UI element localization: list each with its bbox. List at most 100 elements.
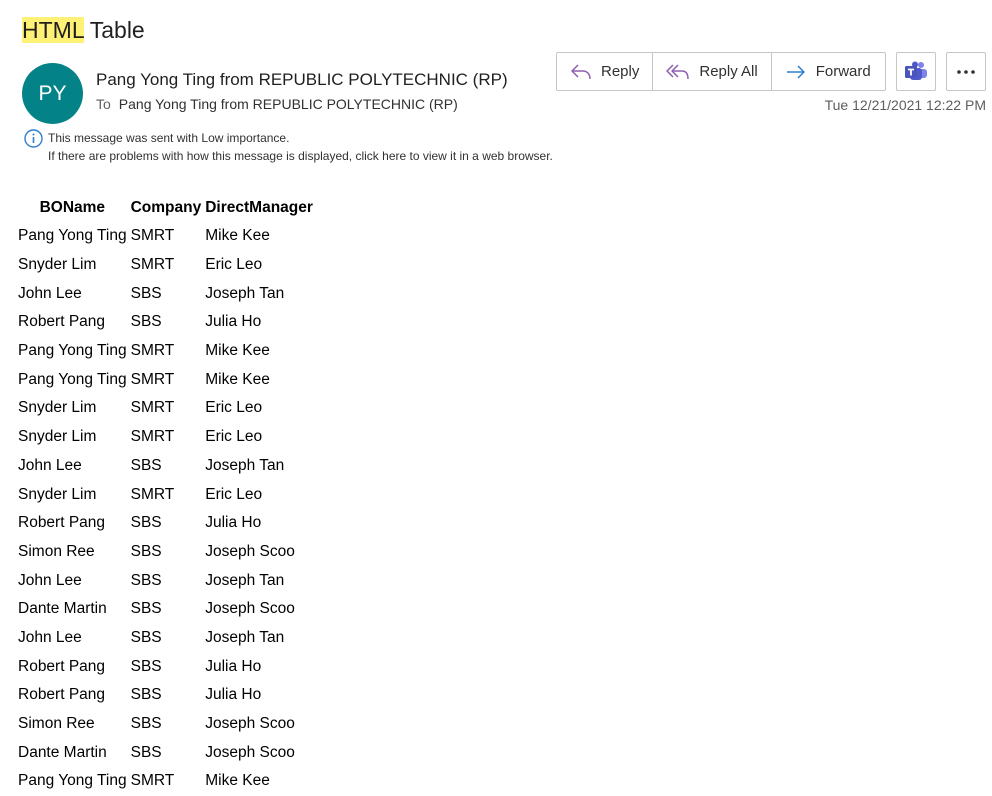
table-cell: Mike Kee: [205, 772, 270, 790]
table-cell: Joseph Tan: [205, 571, 285, 589]
table-cell: Simon Ree: [18, 715, 95, 733]
table-row: John Lee SBS Joseph Tan: [16, 452, 315, 481]
table-cell: John Lee: [18, 284, 82, 302]
column-header: BOName: [39, 199, 106, 216]
table-cell: SBS: [130, 628, 162, 646]
table-cell: Snyder Lim: [18, 256, 97, 274]
table-cell: John Lee: [18, 571, 82, 589]
table-cell: SMRT: [130, 399, 175, 417]
forward-label: Forward: [815, 63, 871, 80]
forward-icon: [786, 64, 805, 79]
table-cell: Julia Ho: [205, 313, 262, 331]
table-row: Snyder Lim SMRT Eric Leo: [16, 394, 315, 423]
column-header: Company: [130, 199, 202, 216]
table-row: Snyder Lim SMRT Eric Leo: [16, 423, 315, 452]
table-cell: Mike Kee: [205, 227, 270, 245]
table-cell: Pang Yong Ting: [18, 227, 127, 245]
table-cell: SBS: [130, 686, 162, 704]
table-cell: SBS: [130, 600, 162, 618]
table-cell: Eric Leo: [205, 428, 263, 446]
table-row: Dante Martin SBS Joseph Scoo: [16, 738, 315, 767]
message-actions: Reply Reply All Forward: [556, 52, 886, 91]
table-cell: Joseph Tan: [205, 284, 285, 302]
table-cell: John Lee: [18, 456, 82, 474]
table-row: Simon Ree SBS Joseph Scoo: [16, 538, 315, 567]
table-cell: SMRT: [130, 485, 175, 503]
reply-label: Reply: [601, 63, 640, 80]
table-cell: SMRT: [130, 370, 175, 388]
table-cell: Snyder Lim: [18, 485, 97, 503]
table-cell: Mike Kee: [205, 342, 270, 360]
table-cell: SMRT: [130, 428, 175, 446]
info-icon: [24, 129, 43, 148]
table-cell: Pang Yong Ting: [18, 342, 127, 360]
avatar-initials: PY: [38, 81, 67, 105]
table-cell: Dante Martin: [18, 600, 107, 618]
table-row: Robert Pang SBS Julia Ho: [16, 681, 315, 710]
table-cell: Joseph Scoo: [205, 715, 295, 733]
reply-icon: [571, 63, 591, 79]
table-cell: Julia Ho: [205, 657, 262, 675]
subject-rest: Table: [83, 17, 145, 43]
table-row: Snyder Lim SMRT Eric Leo: [16, 251, 315, 280]
table-cell: SBS: [130, 571, 162, 589]
email-subject: HTML Table: [22, 14, 145, 46]
table-row: Dante Martin SBS Joseph Scoo: [16, 595, 315, 624]
table-row: John Lee SBS Joseph Tan: [16, 279, 315, 308]
table-body: Pang Yong Ting SMRT Mike Kee Snyder Lim SMRT…: [16, 222, 315, 796]
table-row: Simon Ree SBS Joseph Scoo: [16, 710, 315, 739]
table-cell: Dante Martin: [18, 743, 107, 761]
table-cell: SMRT: [130, 342, 175, 360]
table-row: Pang Yong Ting SMRT Mike Kee: [16, 365, 315, 394]
reply-all-icon: [666, 63, 690, 79]
sent-datetime: Tue 12/21/2021 12:22 PM: [824, 97, 986, 113]
table-cell: SBS: [130, 313, 162, 331]
table-cell: SBS: [130, 542, 162, 560]
table-row: Pang Yong Ting SMRT Mike Kee: [16, 222, 315, 251]
table-cell: Robert Pang: [18, 686, 106, 704]
table-cell: Eric Leo: [205, 399, 263, 417]
reply-all-button[interactable]: Reply All: [653, 53, 772, 90]
table-cell: Pang Yong Ting: [18, 370, 127, 388]
sender-name[interactable]: Pang Yong Ting from REPUBLIC POLYTECHNIC…: [96, 70, 508, 90]
table-cell: SBS: [130, 715, 162, 733]
table-cell: John Lee: [18, 628, 82, 646]
teams-icon: [905, 61, 927, 80]
view-in-browser-link[interactable]: If there are problems with how this mess…: [48, 149, 553, 163]
table-row: Robert Pang SBS Julia Ho: [16, 308, 315, 337]
table-cell: SMRT: [130, 256, 175, 274]
table-row: Pang Yong Ting SMRT Mike Kee: [16, 767, 315, 796]
table-cell: SBS: [130, 514, 162, 532]
table-cell: Joseph Scoo: [205, 542, 295, 560]
table-cell: SBS: [130, 743, 162, 761]
table-row: John Lee SBS Joseph Tan: [16, 624, 315, 653]
teams-button[interactable]: [896, 52, 936, 91]
table-cell: Eric Leo: [205, 485, 263, 503]
table-header-row: BOName Company DirectManager: [16, 194, 315, 222]
data-table: BOName Company DirectManager Pang Yong T…: [16, 194, 315, 796]
more-actions-button[interactable]: [946, 52, 986, 91]
table-cell: Snyder Lim: [18, 428, 97, 446]
reply-all-label: Reply All: [699, 63, 758, 80]
forward-button[interactable]: Forward: [772, 53, 884, 90]
table-cell: Julia Ho: [205, 686, 262, 704]
table-row: Pang Yong Ting SMRT Mike Kee: [16, 337, 315, 366]
table-row: Robert Pang SBS Julia Ho: [16, 652, 315, 681]
table-cell: Joseph Tan: [205, 628, 285, 646]
table-cell: Joseph Tan: [205, 456, 285, 474]
table-cell: Snyder Lim: [18, 399, 97, 417]
table-cell: Joseph Scoo: [205, 743, 295, 761]
table-row: Snyder Lim SMRT Eric Leo: [16, 480, 315, 509]
table-cell: SMRT: [130, 772, 175, 790]
avatar[interactable]: PY: [22, 63, 83, 124]
more-icon: [957, 69, 975, 74]
table-cell: Robert Pang: [18, 313, 106, 331]
table-cell: SBS: [130, 456, 162, 474]
table-row: Robert Pang SBS Julia Ho: [16, 509, 315, 538]
recipient-name[interactable]: Pang Yong Ting from REPUBLIC POLYTECHNIC…: [119, 96, 458, 112]
table-row: John Lee SBS Joseph Tan: [16, 566, 315, 595]
reply-button[interactable]: Reply: [557, 53, 654, 90]
recipient-line: To Pang Yong Ting from REPUBLIC POLYTECHN…: [96, 96, 458, 112]
column-header: DirectManager: [205, 199, 313, 216]
table-cell: Pang Yong Ting: [18, 772, 127, 790]
